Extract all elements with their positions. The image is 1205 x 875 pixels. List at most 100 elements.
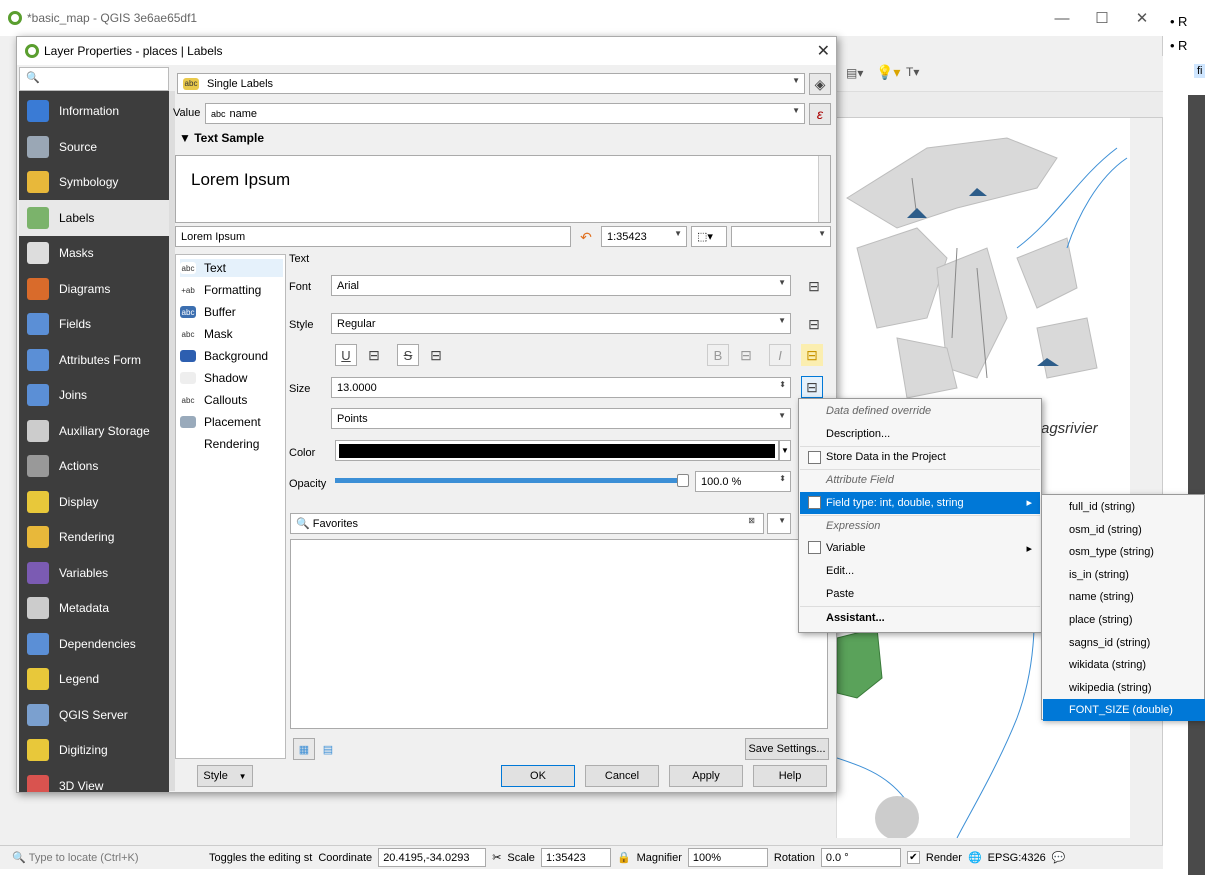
list-view-button[interactable]: ▤ — [317, 738, 339, 760]
nav-item-variables[interactable]: Variables — [19, 555, 169, 591]
nav-item-rendering[interactable]: Rendering — [19, 519, 169, 555]
minimize-button[interactable]: — — [1042, 0, 1082, 36]
nav-item-source[interactable]: Source — [19, 129, 169, 165]
underline-button[interactable]: U — [335, 344, 357, 366]
nav-item-metadata[interactable]: Metadata — [19, 590, 169, 626]
menu-item-9[interactable]: Assistant... — [800, 606, 1040, 628]
locator-search[interactable]: 🔍 Type to locate (Ctrl+K) — [8, 848, 203, 867]
rotation-field[interactable]: 0.0 ° — [820, 848, 901, 867]
subnav-shadow[interactable]: Shadow — [180, 369, 247, 387]
text-annotation-icon[interactable]: T▾ — [906, 65, 919, 79]
style-data-defined-icon[interactable]: ⊟ — [803, 313, 825, 335]
messages-icon[interactable]: 💬 — [1052, 851, 1066, 864]
field-item[interactable]: sagns_id (string) — [1043, 632, 1205, 654]
nav-item-information[interactable]: Information — [19, 93, 169, 129]
preview-scrollbar[interactable] — [818, 156, 830, 222]
subnav-background[interactable]: Background — [180, 347, 268, 365]
field-item[interactable]: osm_id (string) — [1043, 519, 1205, 541]
style-button[interactable]: Style ▼ — [197, 765, 253, 787]
favorites-list[interactable] — [290, 539, 828, 729]
cancel-button[interactable]: Cancel — [585, 765, 659, 787]
lock-icon[interactable]: 🔒 — [617, 851, 631, 864]
bold-data-defined-icon[interactable]: ⊟ — [735, 344, 757, 366]
menu-item-8[interactable]: Paste — [800, 583, 1040, 605]
crs-label[interactable]: EPSG:4326 — [988, 852, 1046, 864]
menu-item-6[interactable]: Variable ▸ — [800, 537, 1040, 559]
size-spinbox[interactable]: 13.0000 ⬍ — [331, 377, 791, 398]
menu-item-4[interactable]: Field type: int, double, string ▸ — [800, 491, 1040, 514]
subnav-callouts[interactable]: abc Callouts — [180, 391, 247, 409]
strikeout-button[interactable]: S — [397, 344, 419, 366]
field-item[interactable]: full_id (string) — [1043, 496, 1205, 518]
sample-scale-select[interactable]: 1:35423 ▼ — [601, 226, 687, 247]
nav-item-qgis-server[interactable]: QGIS Server — [19, 697, 169, 733]
expression-icon[interactable]: ε — [809, 103, 831, 125]
nav-item-dependencies[interactable]: Dependencies — [19, 626, 169, 662]
subnav-formatting[interactable]: +ab Formatting — [180, 281, 261, 299]
help-button[interactable]: Help — [753, 765, 827, 787]
field-item[interactable]: osm_type (string) — [1043, 541, 1205, 563]
field-item[interactable]: is_in (string) — [1043, 564, 1205, 586]
scale-field[interactable]: 1:35423 — [540, 848, 611, 867]
nav-item-symbology[interactable]: Symbology — [19, 164, 169, 200]
ok-button[interactable]: OK — [501, 765, 575, 787]
bold-button[interactable]: B — [707, 344, 729, 366]
nav-search-input[interactable]: 🔍 — [19, 67, 169, 91]
subnav-buffer[interactable]: abc Buffer — [180, 303, 236, 321]
clear-search-icon[interactable]: ⊠ — [748, 516, 755, 525]
underline-data-defined-icon[interactable]: ⊟ — [363, 344, 385, 366]
nav-item-actions[interactable]: Actions — [19, 448, 169, 484]
dialog-close-button[interactable]: ✕ — [817, 41, 830, 61]
menu-item-1[interactable]: Description... — [800, 423, 1040, 445]
field-item[interactable]: FONT_SIZE (double) — [1043, 699, 1205, 722]
icon-view-button[interactable]: ▦ — [293, 738, 315, 760]
color-button[interactable] — [335, 440, 779, 461]
close-window-button[interactable]: ✕ — [1122, 0, 1162, 36]
scale-from-map-button[interactable]: ⬚▾ — [691, 226, 727, 247]
nav-item-masks[interactable]: Masks — [19, 235, 169, 271]
nav-item-legend[interactable]: Legend — [19, 661, 169, 697]
size-data-defined-icon[interactable]: ⊟ — [801, 376, 823, 398]
maximize-button[interactable]: ☐ — [1082, 0, 1122, 36]
crs-globe-icon[interactable]: 🌐 — [968, 851, 982, 864]
text-sample-header[interactable]: ▼ Text Sample — [179, 131, 264, 145]
font-data-defined-icon[interactable]: ⊟ — [803, 275, 825, 297]
menu-item-2[interactable]: Store Data in the Project — [800, 445, 1040, 468]
nav-item-attributes-form[interactable]: Attributes Form — [19, 342, 169, 378]
favorites-dropdown[interactable]: ▼ — [767, 513, 791, 534]
tips-icon[interactable]: 💡▾ — [876, 64, 900, 81]
italic-data-defined-icon[interactable]: ⊟ — [801, 344, 823, 366]
subnav-text[interactable]: abc Text — [180, 259, 283, 277]
menu-checkbox[interactable] — [808, 495, 821, 509]
menu-checkbox[interactable] — [808, 541, 821, 555]
value-field-select[interactable]: abc name ▼ — [205, 103, 805, 124]
field-item[interactable]: wikipedia (string) — [1043, 677, 1205, 699]
nav-item-joins[interactable]: Joins — [19, 377, 169, 413]
opacity-slider[interactable] — [335, 478, 687, 483]
label-mode-select[interactable]: abc Single Labels ▼ — [177, 73, 805, 94]
subnav-rendering[interactable]: Rendering — [180, 435, 259, 453]
magnifier-field[interactable]: 100% — [687, 848, 768, 867]
font-select[interactable]: Arial ▼ — [331, 275, 791, 296]
scale-lock-icon[interactable]: ✂ — [492, 851, 501, 864]
italic-button[interactable]: I — [769, 344, 791, 366]
menu-checkbox[interactable] — [808, 450, 821, 464]
save-settings-button[interactable]: Save Settings... — [745, 738, 829, 760]
nav-item-auxiliary-storage[interactable]: Auxiliary Storage — [19, 413, 169, 449]
background-color-button[interactable]: ▼ — [731, 226, 831, 247]
nav-item-3d-view[interactable]: 3D View — [19, 768, 169, 792]
nav-item-diagrams[interactable]: Diagrams — [19, 271, 169, 307]
opacity-handle[interactable] — [677, 474, 689, 487]
field-item[interactable]: wikidata (string) — [1043, 654, 1205, 676]
select-tool-icon[interactable]: ▤▾ — [846, 66, 863, 80]
nav-item-digitizing[interactable]: Digitizing — [19, 732, 169, 768]
field-item[interactable]: place (string) — [1043, 609, 1205, 631]
subnav-mask[interactable]: abc Mask — [180, 325, 233, 343]
apply-button[interactable]: Apply — [669, 765, 743, 787]
color-dropdown[interactable]: ▼ — [779, 440, 791, 461]
style-select[interactable]: Regular ▼ — [331, 313, 791, 334]
opacity-spinbox[interactable]: 100.0 % ⬍ — [695, 471, 791, 492]
menu-item-7[interactable]: Edit... — [800, 560, 1040, 582]
favorites-search[interactable]: 🔍 Favorites ⊠ — [290, 513, 764, 534]
nav-item-labels[interactable]: Labels — [19, 199, 169, 236]
